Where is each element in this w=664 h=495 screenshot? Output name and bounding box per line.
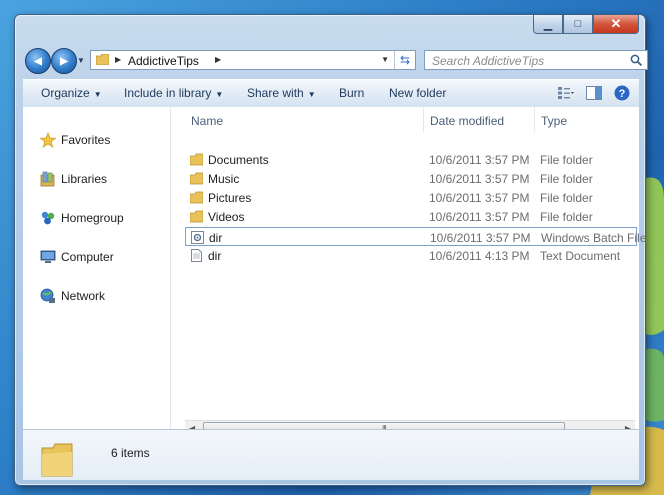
batch-file-icon xyxy=(191,231,204,244)
forward-arrow-icon: ▶ xyxy=(60,55,68,67)
forward-button[interactable]: ▶ xyxy=(51,48,77,74)
folder-icon xyxy=(190,210,203,223)
folder-icon xyxy=(190,191,203,204)
file-date: 10/6/2011 3:57 PM xyxy=(429,153,530,167)
explorer-window: ▁ □ ✕ ◀ ▶ ▼ ▶ AddictiveTips ▶ ▼ ⇆ Search… xyxy=(14,14,648,486)
file-type: File folder xyxy=(540,210,593,224)
command-bar: Organize ▼ Include in library ▼ Share with… xyxy=(23,79,639,108)
file-name: Pictures xyxy=(208,191,252,205)
refresh-icon: ⇆ xyxy=(399,53,411,67)
navigation-pane: Favorites Libraries Homegroup Computer N… xyxy=(23,107,171,429)
item-count: 6 items xyxy=(111,446,150,460)
computer-icon xyxy=(40,250,56,263)
navigation-row: ◀ ▶ ▼ ▶ AddictiveTips ▶ ▼ ⇆ Search Addic… xyxy=(23,48,648,74)
include-in-library-button[interactable]: Include in library ▼ xyxy=(124,86,223,100)
column-header-name[interactable]: Name xyxy=(185,107,424,132)
file-name: dir xyxy=(208,249,222,263)
file-row[interactable]: Pictures 10/6/2011 3:57 PM File folder xyxy=(185,188,637,207)
preview-pane-button[interactable] xyxy=(585,84,603,102)
change-view-button[interactable] xyxy=(557,84,575,102)
organize-button[interactable]: Organize ▼ xyxy=(41,86,102,100)
recent-pages-dropdown[interactable]: ▼ xyxy=(77,56,85,65)
chevron-down-icon: ▼ xyxy=(215,90,224,99)
refresh-button[interactable]: ⇆ xyxy=(394,51,415,69)
nav-item-label: Libraries xyxy=(61,172,108,186)
folder-large-icon xyxy=(41,443,73,477)
main-content: Favorites Libraries Homegroup Computer N… xyxy=(23,107,646,436)
breadcrumb-separator-icon[interactable]: ▶ xyxy=(215,55,221,64)
file-type: File folder xyxy=(540,172,593,186)
folder-icon xyxy=(190,153,203,166)
nav-item-label: Network xyxy=(61,289,106,303)
file-type: File folder xyxy=(540,191,593,205)
burn-button[interactable]: Burn xyxy=(339,86,364,100)
caption-buttons: ▁ □ ✕ xyxy=(533,15,639,34)
breadcrumb-addictivetips[interactable]: AddictiveTips xyxy=(128,54,199,68)
close-button[interactable]: ✕ xyxy=(593,15,639,34)
preview-pane-icon xyxy=(586,86,602,100)
file-name: Music xyxy=(208,172,240,186)
nav-item-label: Favorites xyxy=(61,133,111,147)
file-date: 10/6/2011 3:57 PM xyxy=(430,231,531,245)
file-date: 10/6/2011 4:13 PM xyxy=(429,249,530,263)
network-icon xyxy=(40,288,55,303)
share-with-label: Share with xyxy=(247,86,304,100)
organize-label: Organize xyxy=(41,86,90,100)
file-name: Documents xyxy=(208,153,269,167)
help-button[interactable]: ? xyxy=(613,84,631,102)
chevron-down-icon: ▼ xyxy=(307,90,316,99)
libraries-icon xyxy=(40,171,55,187)
breadcrumb-separator-icon[interactable]: ▶ xyxy=(115,55,121,64)
nav-item-computer[interactable]: Computer xyxy=(40,249,114,265)
folder-icon xyxy=(96,54,109,65)
file-name: Videos xyxy=(208,210,245,224)
search-placeholder: Search AddictiveTips xyxy=(432,54,545,68)
file-date: 10/6/2011 3:57 PM xyxy=(429,191,530,205)
view-controls: ? xyxy=(557,84,631,102)
nav-item-favorites[interactable]: Favorites xyxy=(40,132,110,148)
minimize-button[interactable]: ▁ xyxy=(533,15,563,34)
include-in-library-label: Include in library xyxy=(124,86,212,100)
folder-icon xyxy=(190,172,203,185)
file-row[interactable]: Videos 10/6/2011 3:57 PM File folder xyxy=(185,207,637,226)
file-row[interactable]: Documents 10/6/2011 3:57 PM File folder xyxy=(185,150,637,169)
chevron-down-icon: ▼ xyxy=(93,90,102,99)
help-icon: ? xyxy=(614,85,630,101)
homegroup-icon xyxy=(41,211,55,225)
file-row[interactable]: dir 10/6/2011 4:13 PM Text Document xyxy=(185,246,637,265)
share-with-button[interactable]: Share with ▼ xyxy=(247,86,316,100)
back-button[interactable]: ◀ xyxy=(25,48,51,74)
file-row[interactable]: Music 10/6/2011 3:57 PM File folder xyxy=(185,169,637,188)
file-date: 10/6/2011 3:57 PM xyxy=(429,172,530,186)
nav-item-network[interactable]: Network xyxy=(40,288,105,304)
file-row-selected[interactable]: dir 10/6/2011 3:57 PM Windows Batch File xyxy=(185,227,646,246)
file-list: Name Date modified Type Documents 10/6/2… xyxy=(171,107,646,436)
nav-item-homegroup[interactable]: Homegroup xyxy=(40,210,124,226)
file-type: Text Document xyxy=(540,249,621,263)
file-name: dir xyxy=(209,231,223,245)
back-arrow-icon: ◀ xyxy=(34,55,42,67)
magnifier-icon[interactable] xyxy=(630,54,642,66)
column-header-date-modified[interactable]: Date modified xyxy=(424,107,535,132)
text-file-icon xyxy=(191,249,202,262)
column-header-type[interactable]: Type xyxy=(535,107,645,132)
star-icon xyxy=(40,132,56,148)
file-date: 10/6/2011 3:57 PM xyxy=(429,210,530,224)
address-history-dropdown[interactable]: ▼ xyxy=(381,55,389,64)
nav-item-label: Computer xyxy=(61,250,114,264)
address-bar[interactable]: ▶ AddictiveTips ▶ ▼ ⇆ xyxy=(90,50,416,70)
search-input[interactable]: Search AddictiveTips xyxy=(424,50,648,70)
nav-item-label: Homegroup xyxy=(61,211,124,225)
new-folder-button[interactable]: New folder xyxy=(389,86,446,100)
file-type: File folder xyxy=(540,153,593,167)
nav-item-libraries[interactable]: Libraries xyxy=(40,171,107,187)
svg-text:?: ? xyxy=(619,88,626,100)
view-list-icon xyxy=(558,87,574,99)
maximize-button[interactable]: □ xyxy=(563,15,593,34)
details-pane: 6 items xyxy=(23,429,639,480)
file-type: Windows Batch File xyxy=(541,231,647,245)
